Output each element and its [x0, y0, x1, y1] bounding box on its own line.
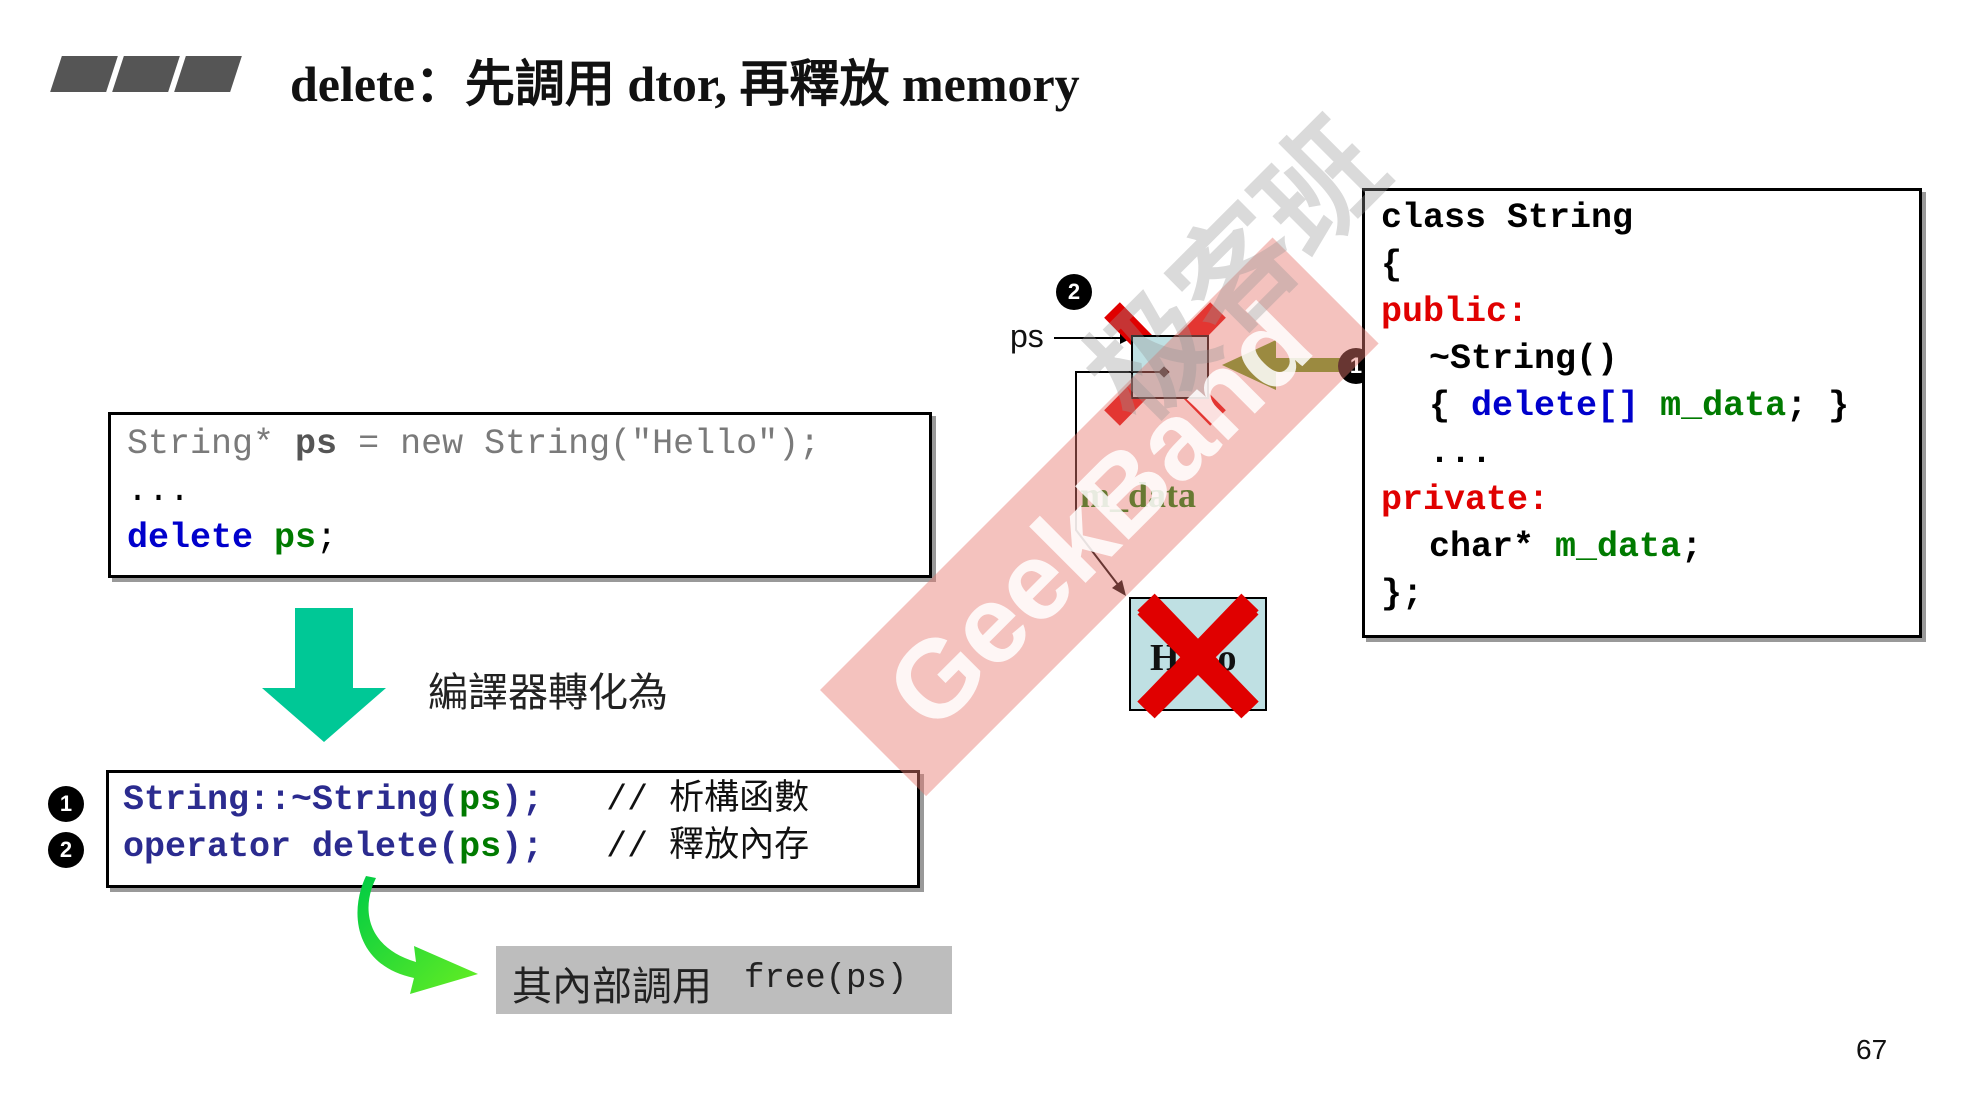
- code-line-ellipsis: ...: [127, 471, 191, 511]
- step-2-badge: 2: [48, 832, 84, 868]
- source-code-box: String* ps = new String("Hello"); ... de…: [108, 412, 932, 578]
- class-open-brace: {: [1381, 245, 1403, 285]
- transform-label: 編譯器轉化為: [428, 670, 668, 716]
- compiled-code-box: String::~String(ps); // 析構函數 operator de…: [106, 770, 920, 888]
- code-line-delete: delete ps;: [127, 518, 338, 558]
- free-call-box: 其內部調用 free(ps): [496, 946, 952, 1014]
- title-bar-decoration: [174, 56, 242, 92]
- free-call-prefix: 其內部調用: [512, 964, 712, 1010]
- dtor-decl: ~String(): [1429, 339, 1619, 379]
- class-ellipsis: ...: [1429, 433, 1493, 473]
- code-line-new: String* ps = new String("Hello");: [127, 424, 821, 464]
- member-decl: char* m_data;: [1429, 527, 1703, 567]
- free-call-code: free(ps): [744, 960, 908, 998]
- class-definition-box: class String { public: ~String() { delet…: [1362, 188, 1922, 638]
- class-close: };: [1381, 574, 1424, 614]
- curved-arrow-icon: [357, 876, 478, 994]
- class-decl: class String: [1381, 198, 1634, 238]
- title-bar-decoration: [112, 56, 180, 92]
- ps-label: ps: [1010, 318, 1044, 354]
- title-bar-decoration: [50, 56, 118, 92]
- compiled-line-dtor: String::~String(ps); // 析構函數: [123, 780, 810, 820]
- dtor-body: { delete[] m_data; }: [1429, 386, 1850, 426]
- down-arrow-icon: [262, 608, 386, 742]
- hello-cross-overlay: [1137, 602, 1259, 714]
- private-label: private:: [1381, 480, 1550, 520]
- page-number: 67: [1856, 1034, 1888, 1065]
- page-title: delete：先調用 dtor, 再釋放 memory: [290, 56, 1080, 112]
- compiled-line-operator-delete: operator delete(ps); // 釋放內存: [123, 827, 810, 867]
- public-label: public:: [1381, 292, 1529, 332]
- step-1-badge: 1: [48, 786, 84, 822]
